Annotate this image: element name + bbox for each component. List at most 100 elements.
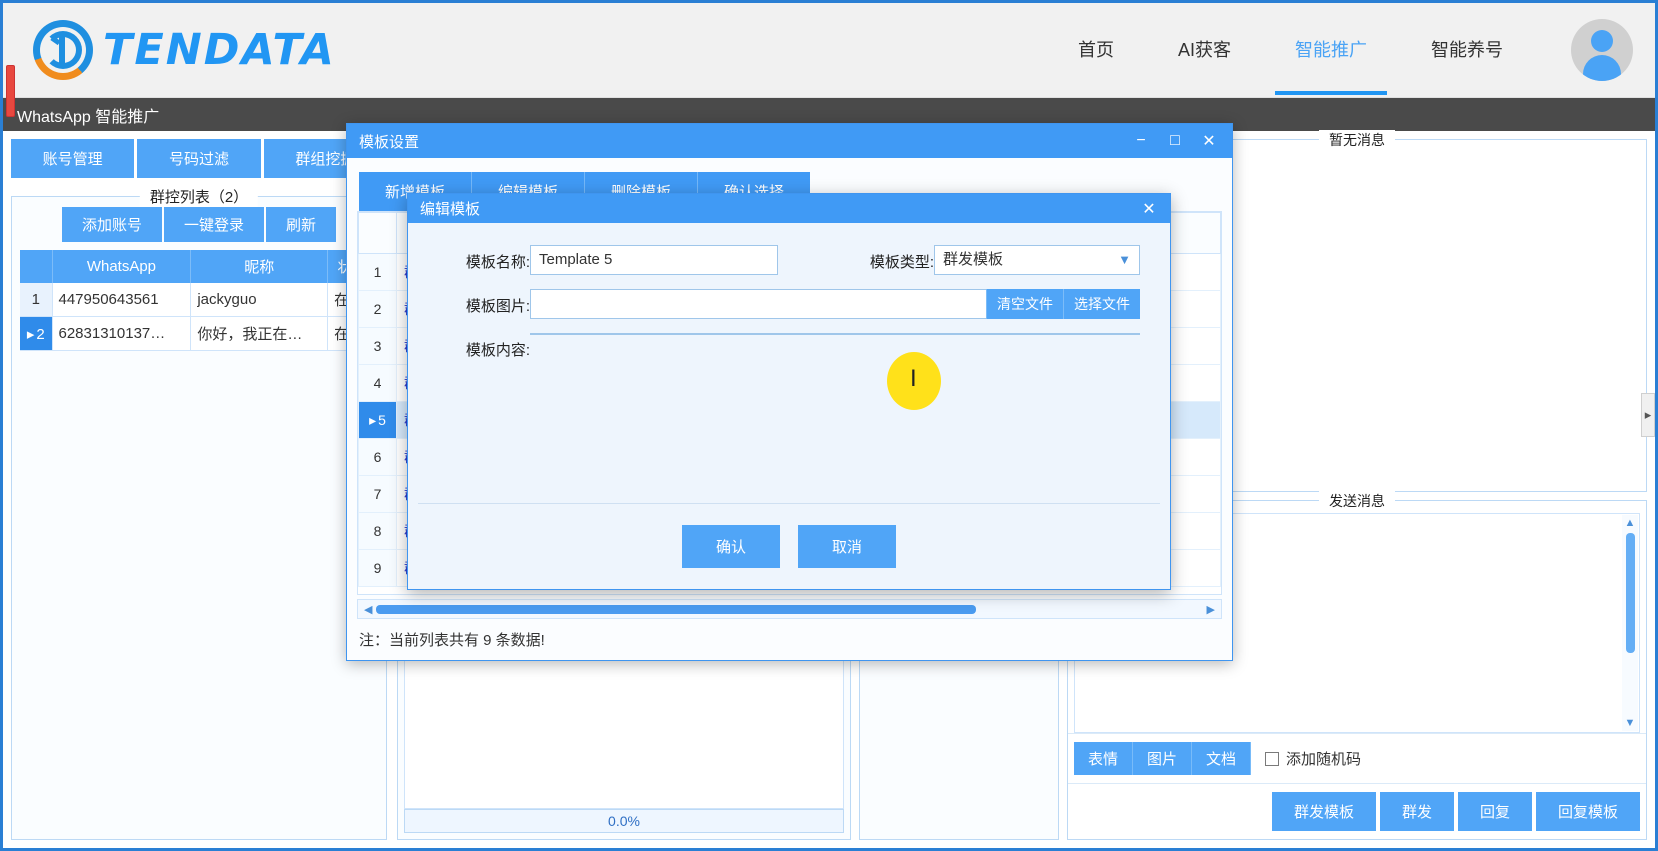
clear-file-button[interactable]: 清空文件: [986, 289, 1063, 319]
row-number: 1: [358, 253, 397, 291]
template-type-select[interactable]: 群发模板 ▼: [934, 245, 1140, 275]
template-type-value: 群发模板: [943, 251, 1004, 268]
template-content-label: 模板内容:: [465, 342, 530, 359]
template-list-note: 注：当前列表共有 9 条数据!: [359, 632, 545, 649]
emoji-button[interactable]: 表情: [1074, 742, 1134, 775]
brand-name: TENDATA: [103, 25, 336, 75]
template-image-input[interactable]: [530, 289, 986, 319]
user-avatar[interactable]: [1571, 19, 1633, 81]
add-account-button[interactable]: 添加账号: [61, 207, 162, 242]
send-action-row: 群发模板 群发 回复 回复模板: [1068, 783, 1646, 839]
mass-template-button[interactable]: 群发模板: [1271, 792, 1376, 831]
nav-item-smart-promotion[interactable]: 智能推广: [1263, 3, 1399, 98]
edit-template-title: 编辑模板: [420, 201, 481, 218]
confirm-button[interactable]: 确认: [681, 525, 780, 568]
left-tab-row: 账号管理 号码过滤 群组挖掘: [11, 139, 387, 178]
image-button[interactable]: 图片: [1133, 742, 1193, 775]
row-number: 5: [358, 401, 397, 439]
template-col-rowno: [358, 212, 397, 254]
cell-whatsapp: 62831310137…: [52, 316, 192, 351]
tab-number-filter[interactable]: 号码过滤: [137, 139, 261, 178]
table-row[interactable]: 1 447950643561 jackyguo 在线: [20, 283, 378, 317]
template-type-label: 模板类型:: [869, 254, 934, 271]
tendata-logo-icon: [33, 20, 93, 80]
row-number: 6: [358, 438, 397, 476]
minimize-icon[interactable]: −: [1124, 124, 1158, 158]
row-number: 3: [358, 327, 397, 365]
nav-item-smart-nurture[interactable]: 智能养号: [1399, 3, 1535, 98]
close-icon[interactable]: ✕: [1192, 124, 1226, 158]
left-panel: 账号管理 号码过滤 群组挖掘 群控列表（2） 添加账号 一键登录 刷新 What…: [3, 131, 393, 848]
cell-whatsapp: 447950643561: [52, 283, 192, 317]
random-code-checkbox[interactable]: [1265, 751, 1280, 766]
maximize-icon[interactable]: □: [1158, 124, 1192, 158]
one-click-login-button[interactable]: 一键登录: [163, 207, 264, 242]
account-col-rowno: [20, 250, 53, 283]
avatar-head-icon: [1591, 30, 1613, 52]
row-number: 1: [20, 283, 53, 317]
scroll-left-icon[interactable]: ◀: [360, 603, 376, 616]
account-table-header: WhatsApp 昵称 状态: [20, 250, 378, 283]
template-table-hscrollbar[interactable]: ◀ ▶: [357, 599, 1222, 619]
nav-item-home[interactable]: 首页: [1046, 3, 1146, 98]
template-image-row: 模板图片: 清空文件 选择文件: [438, 289, 1140, 319]
template-name-row: 模板名称: Template 5 模板类型: 群发模板 ▼: [438, 245, 1140, 275]
refresh-button[interactable]: 刷新: [266, 207, 337, 242]
edit-template-form: 模板名称: Template 5 模板类型: 群发模板 ▼ 模板图片: 清空文件…: [408, 223, 1170, 493]
template-content-row: 模板内容: Hello there,I am a furniture facto…: [438, 333, 1140, 493]
template-content-textarea[interactable]: Hello there,I am a furniture factory fro…: [530, 333, 1140, 335]
scroll-thumb[interactable]: [1625, 533, 1635, 653]
nav-item-ai-acquisition[interactable]: AI获客: [1146, 3, 1263, 98]
template-image-label: 模板图片:: [465, 298, 530, 315]
reply-template-button[interactable]: 回复模板: [1535, 792, 1640, 831]
template-name-input[interactable]: Template 5: [530, 245, 778, 275]
edit-template-footer: 确认 取消: [418, 503, 1160, 589]
template-settings-title: 模板设置: [359, 133, 420, 151]
random-code-label: 添加随机码: [1286, 751, 1362, 768]
messages-legend: 暂无消息: [1319, 130, 1395, 150]
group-control-list-panel: 群控列表（2） 添加账号 一键登录 刷新 WhatsApp 昵称 状态: [11, 186, 387, 840]
application-window: TENDATA 首页 AI获客 智能推广 智能养号 WhatsApp 智能推广 …: [0, 0, 1658, 851]
edit-template-dialog: 编辑模板 ✕ 模板名称: Template 5 模板类型: 群发模板 ▼ 模板图…: [407, 193, 1171, 590]
send-tool-row: 表情 图片 文档 添加随机码: [1068, 733, 1646, 783]
row-number: 2: [358, 290, 397, 328]
template-name-label: 模板名称:: [465, 254, 530, 271]
mass-send-button[interactable]: 群发: [1379, 792, 1454, 831]
edit-template-titlebar[interactable]: 编辑模板 ✕: [408, 194, 1170, 223]
account-button-row: 添加账号 一键登录 刷新: [20, 207, 378, 242]
top-header-bar: TENDATA 首页 AI获客 智能推广 智能养号: [3, 3, 1655, 98]
random-code-checkbox-wrap[interactable]: 添加随机码: [1265, 748, 1361, 769]
main-navigation: 首页 AI获客 智能推广 智能养号: [1046, 3, 1535, 98]
send-box-scrollbar[interactable]: ▲ ▼: [1622, 515, 1638, 731]
red-vertical-slider[interactable]: [6, 65, 15, 117]
account-table: WhatsApp 昵称 状态 1 447950643561 jackyguo 在…: [20, 250, 378, 351]
account-col-whatsapp: WhatsApp: [52, 250, 192, 283]
row-number: 9: [358, 549, 397, 587]
table-row[interactable]: 2 62831310137… 你好，我正在… 在线: [20, 316, 378, 351]
scroll-down-icon[interactable]: ▼: [1625, 717, 1636, 729]
row-number: 4: [358, 364, 397, 402]
scroll-right-icon[interactable]: ▶: [1203, 603, 1219, 616]
row-number: 8: [358, 512, 397, 550]
cell-nickname: jackyguo: [190, 283, 329, 317]
document-button[interactable]: 文档: [1192, 742, 1252, 775]
template-settings-titlebar[interactable]: 模板设置 − □ ✕: [347, 124, 1232, 158]
row-number: 7: [358, 475, 397, 513]
scroll-up-icon[interactable]: ▲: [1625, 517, 1636, 529]
send-message-legend: 发送消息: [1319, 491, 1395, 511]
row-number: 2: [20, 316, 53, 351]
group-control-list-legend: 群控列表（2）: [139, 186, 259, 207]
brand-logo: TENDATA: [33, 20, 336, 80]
reply-button[interactable]: 回复: [1457, 792, 1532, 831]
cell-nickname: 你好，我正在…: [190, 316, 329, 351]
hscroll-thumb[interactable]: [376, 604, 977, 614]
avatar-body-icon: [1583, 55, 1621, 81]
tab-account-management[interactable]: 账号管理: [11, 139, 135, 178]
panel-collapse-handle[interactable]: ▸: [1641, 393, 1655, 437]
chevron-down-icon: ▼: [1118, 252, 1131, 267]
send-progress-bar: 0.0%: [404, 809, 844, 833]
account-col-nickname: 昵称: [190, 250, 329, 283]
close-icon[interactable]: ✕: [1132, 192, 1166, 226]
cancel-button[interactable]: 取消: [798, 525, 897, 568]
choose-file-button[interactable]: 选择文件: [1063, 289, 1140, 319]
